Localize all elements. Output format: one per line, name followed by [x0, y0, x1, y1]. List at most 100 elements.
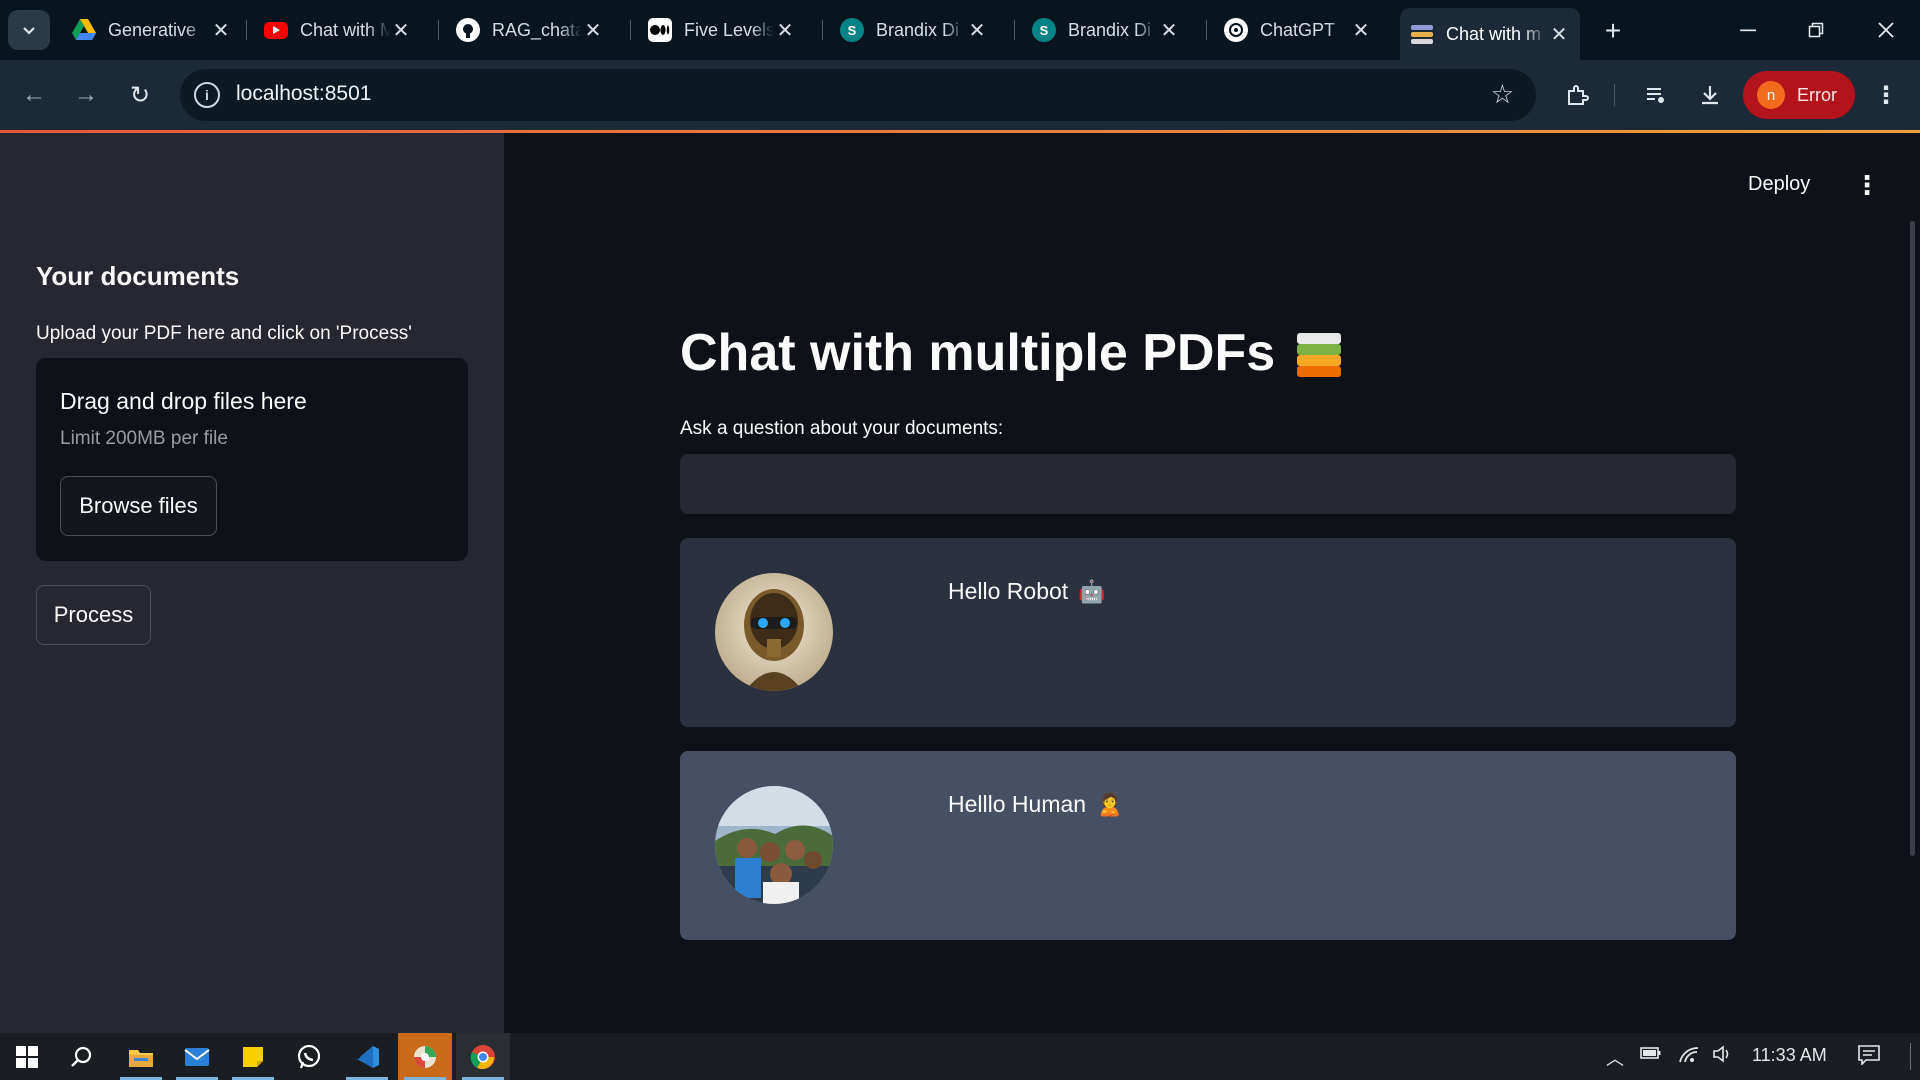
minimize-button[interactable]: ─: [1718, 8, 1778, 52]
chat-message-bot: Hello Robot 🤖: [680, 538, 1736, 727]
close-icon[interactable]: ✕: [1548, 22, 1570, 47]
close-icon: [1878, 22, 1894, 38]
robot-face-icon: 🤖: [1078, 578, 1106, 604]
file-explorer-button[interactable]: [114, 1033, 168, 1080]
media-controls-button[interactable]: [1638, 77, 1674, 113]
tab-title: Brandix Di: [876, 19, 960, 40]
battery-icon[interactable]: [1640, 1045, 1662, 1066]
plus-icon: +: [1604, 15, 1622, 46]
tab-title: Chat with m: [1446, 23, 1542, 44]
tab-five-levels[interactable]: Five Levels ✕: [638, 10, 806, 50]
windows-taskbar: ︿ 11:33 AM: [0, 1033, 1920, 1080]
tab-search-button[interactable]: [8, 10, 50, 50]
notifications-icon[interactable]: [1858, 1045, 1880, 1070]
site-info-icon[interactable]: i: [194, 82, 220, 108]
search-icon: [71, 1046, 92, 1067]
message-text: Helllo Human 🙎: [948, 791, 1123, 818]
browser-toolbar: ← → ↻ i localhost:8501 ☆ n Error ⋮: [0, 60, 1920, 130]
vscode-button[interactable]: [340, 1033, 394, 1080]
tab-separator: [246, 20, 247, 40]
close-icon[interactable]: ✕: [1158, 18, 1180, 43]
chevron-down-icon: [23, 27, 35, 35]
app-menu-button[interactable]: ⋮: [1854, 170, 1880, 201]
search-button[interactable]: [54, 1033, 108, 1080]
deploy-button[interactable]: Deploy: [1748, 173, 1810, 196]
person-pouting-icon: 🙎: [1096, 791, 1124, 817]
profile-avatar: n: [1757, 81, 1785, 109]
extensions-button[interactable]: [1559, 77, 1595, 113]
folder-icon: [129, 1049, 153, 1067]
sticky-notes-button[interactable]: [226, 1033, 280, 1080]
tab-separator: [1014, 20, 1015, 40]
tab-separator: [1206, 20, 1207, 40]
volume-icon[interactable]: [1712, 1045, 1734, 1068]
user-avatar: [715, 786, 833, 904]
close-icon[interactable]: ✕: [966, 18, 988, 43]
browser-menu-button[interactable]: ⋮: [1868, 77, 1904, 113]
tab-generative[interactable]: Generative ✕: [62, 10, 242, 50]
tab-title: Five Levels: [684, 19, 774, 40]
page-title: Chat with multiple PDFs: [680, 323, 1343, 383]
bookmark-star-icon[interactable]: ☆: [1491, 79, 1514, 110]
github-icon: [456, 18, 480, 42]
close-window-button[interactable]: [1856, 8, 1916, 52]
download-icon: [1702, 86, 1718, 105]
browser-tab-strip: Generative ✕ Chat with M ✕ RAG_chata ✕ F…: [0, 0, 1920, 60]
url-text[interactable]: localhost:8501: [236, 82, 371, 106]
tab-rag-github[interactable]: RAG_chata ✕: [446, 10, 614, 50]
dropzone-title: Drag and drop files here: [60, 388, 307, 414]
show-desktop-button[interactable]: [1910, 1043, 1911, 1070]
playlist-icon: [1647, 88, 1664, 103]
file-dropzone[interactable]: Drag and drop files here Limit 200MB per…: [36, 358, 468, 561]
whatsapp-button[interactable]: [282, 1033, 336, 1080]
start-button[interactable]: [0, 1033, 54, 1080]
tab-chatgpt[interactable]: ChatGPT ✕: [1214, 10, 1382, 50]
dropzone-limit: Limit 200MB per file: [60, 428, 228, 449]
tab-title: Generative: [108, 19, 197, 40]
forward-button[interactable]: →: [66, 75, 106, 115]
whatsapp-icon: [297, 1044, 321, 1068]
close-icon[interactable]: ✕: [210, 18, 232, 43]
toolbar-divider: [1614, 84, 1615, 106]
new-tab-button[interactable]: +: [1596, 14, 1630, 48]
close-icon[interactable]: ✕: [1350, 18, 1372, 43]
wifi-icon[interactable]: [1678, 1045, 1700, 1068]
mail-button[interactable]: [170, 1033, 224, 1080]
restore-icon: [1808, 22, 1824, 38]
restore-button[interactable]: [1786, 8, 1846, 52]
pinned-app-button[interactable]: [398, 1033, 452, 1080]
chrome-icon: [470, 1044, 495, 1069]
show-hidden-icons-icon[interactable]: ︿: [1606, 1045, 1624, 1071]
browse-files-button[interactable]: Browse files: [60, 476, 217, 536]
app-icon: [414, 1045, 436, 1068]
sticky-notes-icon: [243, 1046, 263, 1067]
tab-chat-youtube[interactable]: Chat with M ✕: [254, 10, 422, 50]
streamlit-app: Your documents Upload your PDF here and …: [0, 133, 1920, 1033]
chrome-button[interactable]: [456, 1033, 510, 1080]
profile-status-label: Error: [1797, 84, 1837, 105]
reload-button[interactable]: ↻: [120, 75, 160, 115]
tab-title: RAG_chata: [492, 19, 582, 40]
tab-chat-with-pdfs[interactable]: Chat with m ✕: [1400, 8, 1580, 60]
address-bar[interactable]: i localhost:8501 ☆: [180, 69, 1536, 121]
reload-icon: ↻: [129, 81, 151, 109]
kebab-menu-icon: ⋮: [1854, 170, 1880, 200]
tab-brandix-1[interactable]: S Brandix Di ✕: [830, 10, 998, 50]
close-icon[interactable]: ✕: [390, 18, 412, 43]
tab-brandix-2[interactable]: S Brandix Di ✕: [1022, 10, 1190, 50]
scrollbar[interactable]: [1910, 221, 1915, 856]
tab-title: Chat with M: [300, 19, 390, 40]
taskbar-clock[interactable]: 11:33 AM: [1752, 1045, 1827, 1066]
close-icon[interactable]: ✕: [774, 18, 796, 43]
tab-separator: [822, 20, 823, 40]
close-icon[interactable]: ✕: [582, 18, 604, 43]
process-button[interactable]: Process: [36, 585, 151, 645]
medium-icon: [648, 18, 672, 42]
profile-error-button[interactable]: n Error: [1743, 71, 1855, 119]
downloads-button[interactable]: [1692, 77, 1728, 113]
back-button[interactable]: ←: [14, 75, 54, 115]
tab-separator: [438, 20, 439, 40]
question-input[interactable]: [680, 454, 1736, 514]
message-text: Hello Robot 🤖: [948, 578, 1106, 605]
sharepoint-icon: S: [1032, 18, 1056, 42]
